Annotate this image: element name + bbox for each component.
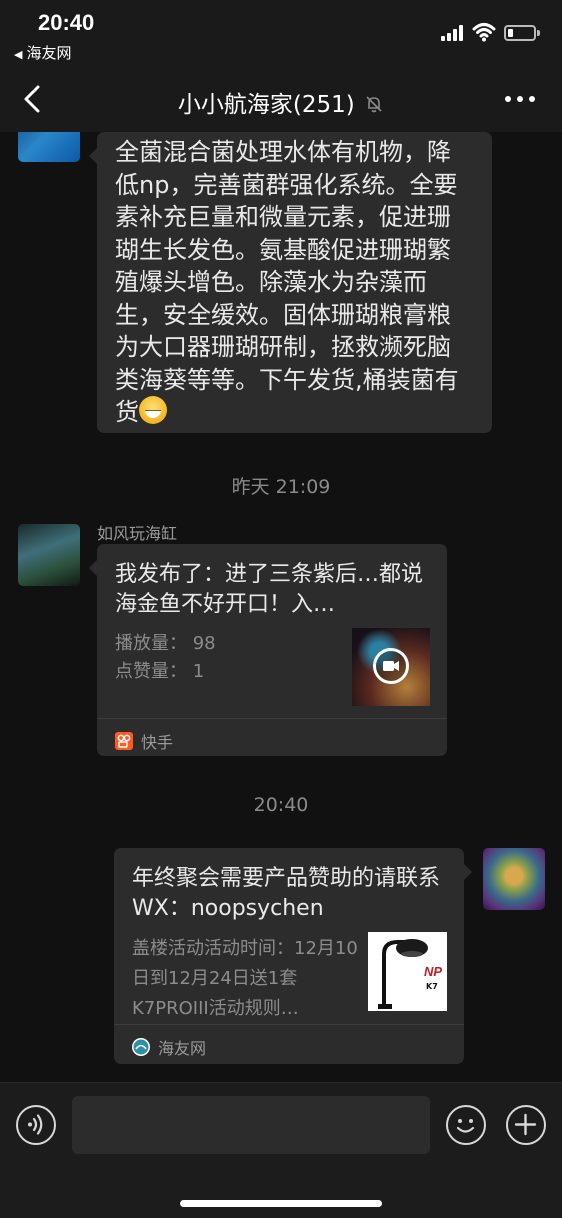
source-label: 海友网	[158, 1039, 207, 1058]
card-title: 我发布了：进了三条紫后…都说海金鱼不好开口！入…	[115, 562, 424, 617]
card-source: 海友网	[132, 1035, 206, 1059]
avatar-self[interactable]	[483, 848, 545, 910]
voice-icon[interactable]	[16, 1105, 56, 1145]
signal-icon	[441, 25, 467, 41]
status-bar: 20:40 ◀ 海友网	[0, 0, 562, 66]
plus-icon[interactable]	[506, 1105, 546, 1145]
message-text: 全菌混合菌处理水体有机物，降低np，完善菌群强化系统。全要素补充巨量和微量元素，…	[115, 138, 459, 426]
k7-label: K7	[426, 982, 438, 991]
emoji-icon[interactable]	[446, 1105, 486, 1145]
avatar[interactable]	[18, 524, 80, 586]
grin-emoji-icon	[139, 396, 167, 424]
status-time: 20:40	[38, 10, 95, 35]
timestamp: 昨天 21:09	[231, 476, 331, 498]
message-input[interactable]	[72, 1096, 430, 1154]
battery-level	[508, 29, 513, 37]
kuaishou-share-card[interactable]: 我发布了：进了三条紫后…都说海金鱼不好开口！入… 播放量： 98 点赞量： 1	[89, 544, 447, 756]
product-thumbnail: NP K7	[368, 932, 447, 1011]
chat-header: 小小航海家(251)	[0, 66, 562, 132]
chat-title: 小小航海家(251)	[0, 85, 562, 119]
back-triangle-icon: ◀	[14, 48, 23, 61]
back-app-label: 海友网	[26, 44, 72, 62]
more-dots-icon[interactable]	[504, 94, 536, 104]
play-video-icon	[373, 648, 409, 684]
battery-icon	[504, 25, 540, 41]
bell-muted-icon	[366, 96, 382, 113]
chat-message-list[interactable]: 全菌混合菌处理水体有机物，降低np，完善菌群强化系统。全要素补充巨量和微量元素，…	[0, 132, 562, 1082]
card-title: 年终聚会需要产品赞助的请联系 WX：noopsychen	[132, 866, 441, 921]
np-logo: NP	[424, 964, 443, 979]
wifi-icon	[472, 23, 496, 42]
text-message[interactable]: 全菌混合菌处理水体有机物，降低np，完善菌群强化系统。全要素补充巨量和微量元素，…	[89, 132, 492, 433]
home-indicator[interactable]	[180, 1200, 382, 1207]
sender-name: 如风玩海缸	[97, 524, 178, 543]
card-source: 快手	[115, 729, 173, 753]
group-name: 小小航海家(251)	[177, 92, 355, 118]
avatar[interactable]	[18, 132, 80, 162]
haiyou-share-card[interactable]: 年终聚会需要产品赞助的请联系 WX：noopsychen 盖楼活动活动时间：12…	[114, 848, 472, 1064]
input-bar	[0, 1082, 562, 1218]
back-to-app-link[interactable]: ◀ 海友网	[14, 42, 71, 63]
kuaishou-logo-icon	[115, 732, 133, 750]
card-description: 盖楼活动活动时间：12月10日到12月24日送1套K7PROIII活动规则…	[132, 938, 358, 1019]
haiyou-logo-icon	[132, 1038, 150, 1056]
timestamp: 20:40	[253, 794, 309, 816]
source-label: 快手	[141, 733, 174, 752]
video-thumbnail	[352, 628, 430, 706]
